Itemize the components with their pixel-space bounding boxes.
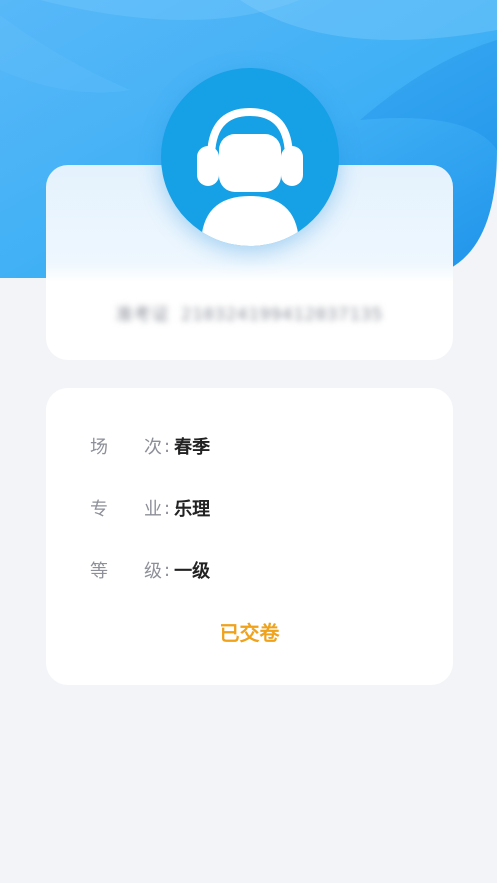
exam-status-page: 准考证 210324199412037135 场次 : 春季 专业 : 乐理 等…	[0, 0, 497, 883]
info-colon: :	[164, 559, 171, 581]
masked-id-line: 准考证 210324199412037135	[46, 296, 453, 328]
info-row-level: 等级 : 一级	[90, 556, 210, 584]
info-row-session: 场次 : 春季	[90, 432, 210, 460]
info-colon: :	[164, 497, 171, 519]
submitted-status: 已交卷	[219, 621, 280, 645]
info-label-major: 专业	[90, 499, 162, 520]
exam-info-card: 场次 : 春季 专业 : 乐理 等级 : 一级 已交卷	[46, 388, 453, 685]
info-colon: :	[164, 435, 171, 457]
avatar	[161, 68, 339, 246]
info-value-major: 乐理	[174, 499, 211, 520]
info-value-session: 春季	[174, 437, 211, 458]
info-row-major: 专业 : 乐理	[90, 494, 210, 522]
info-label-level: 等级	[90, 561, 162, 582]
info-value-level: 一级	[174, 561, 211, 582]
masked-id-text: 准考证 210324199412037135	[115, 305, 384, 325]
info-label-session: 场次	[90, 437, 162, 458]
headset-user-icon	[197, 107, 303, 246]
